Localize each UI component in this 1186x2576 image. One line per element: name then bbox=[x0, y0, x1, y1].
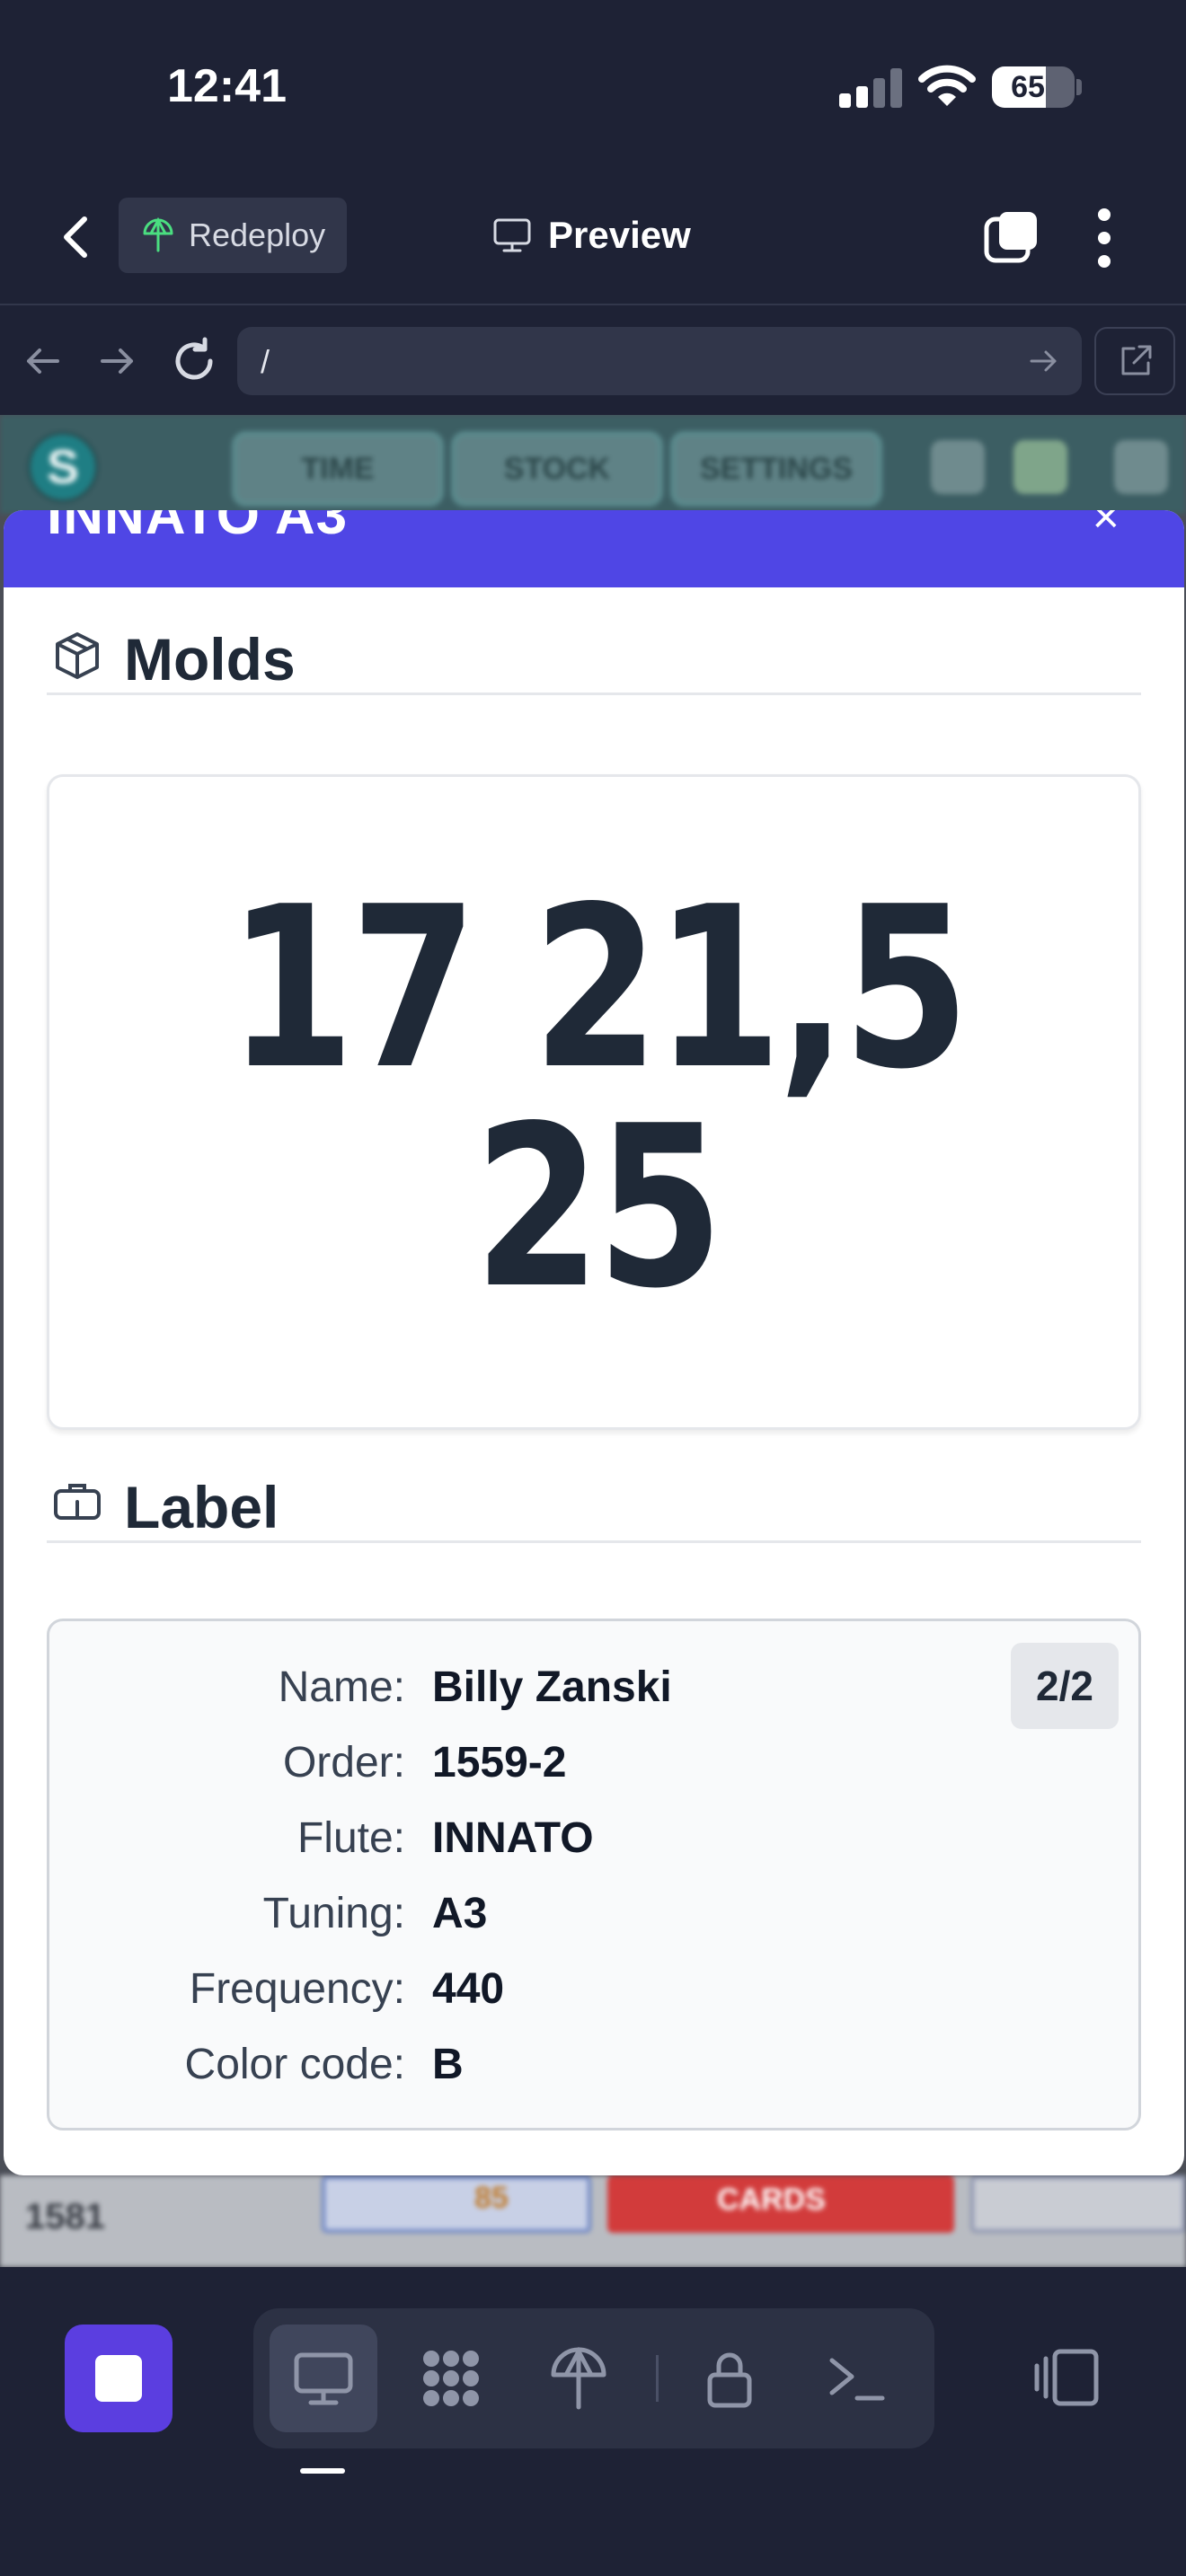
open-external-button[interactable] bbox=[1094, 327, 1175, 395]
go-arrow-icon[interactable] bbox=[1024, 341, 1064, 381]
background-date-pill bbox=[970, 2175, 1186, 2233]
shell-tool-button[interactable] bbox=[803, 2325, 911, 2432]
background-tab-time: TIME bbox=[232, 431, 444, 507]
cube-icon bbox=[56, 632, 99, 679]
tool-separator bbox=[656, 2355, 659, 2402]
label-value: 440 bbox=[432, 1965, 505, 2013]
deploy-icon bbox=[551, 2346, 606, 2410]
preview-tool-button[interactable] bbox=[270, 2325, 377, 2432]
label-card: 2/2 Name: Billy Zanski Order: 1559-2 Flu… bbox=[47, 1619, 1141, 2130]
label-key: Flute: bbox=[296, 1814, 405, 1862]
background-status-text: CARDS bbox=[717, 2183, 826, 2217]
url-input[interactable]: / bbox=[237, 327, 1082, 395]
background-tab-time-label: TIME bbox=[301, 452, 375, 486]
background-icon bbox=[1114, 440, 1168, 494]
more-options-icon[interactable] bbox=[1085, 207, 1125, 269]
monitor-icon bbox=[294, 2352, 353, 2405]
label-key: Name: bbox=[278, 1663, 405, 1711]
label-key: Order: bbox=[282, 1739, 405, 1786]
nav-forward-arrow-icon[interactable] bbox=[90, 334, 144, 388]
label-value: A3 bbox=[432, 1890, 488, 1937]
nav-back-arrow-icon[interactable] bbox=[16, 334, 70, 388]
label-key: Color code: bbox=[184, 2041, 405, 2088]
redeploy-label: Redeploy bbox=[189, 216, 326, 253]
background-tab-settings: SETTINGS bbox=[670, 431, 882, 507]
molds-line-2: 25 bbox=[474, 1079, 723, 1337]
status-bar: 12:41 65 bbox=[0, 0, 1186, 171]
wifi-icon bbox=[918, 65, 976, 106]
apps-icon bbox=[423, 2351, 479, 2406]
status-time: 12:41 bbox=[167, 60, 287, 112]
deploy-tool-button[interactable] bbox=[525, 2325, 633, 2432]
preview-viewport: S TIME STOCK SETTINGS 1581 85 CARDS INNA… bbox=[0, 415, 1186, 2267]
modal-header: INNATO A3 × bbox=[4, 510, 1184, 587]
battery-icon: 65 bbox=[992, 66, 1075, 108]
label-value: 1559-2 bbox=[432, 1739, 567, 1786]
redeploy-button[interactable]: Redeploy bbox=[119, 198, 347, 273]
modal-close-icon[interactable]: × bbox=[1093, 510, 1120, 544]
label-value: INNATO bbox=[432, 1814, 594, 1862]
battery-nub bbox=[1076, 79, 1082, 95]
cellular-signal-icon bbox=[839, 68, 902, 108]
label-key: Tuning: bbox=[262, 1890, 405, 1937]
deploy-icon bbox=[143, 217, 173, 252]
label-row-order: Order: 1559-2 bbox=[49, 1738, 1144, 1792]
label-key: Frequency: bbox=[189, 1965, 405, 2013]
molds-card: 17 21,5 25 bbox=[47, 774, 1141, 1430]
secrets-tool-button[interactable] bbox=[676, 2325, 783, 2432]
background-icon bbox=[931, 440, 985, 494]
background-icon bbox=[1013, 440, 1067, 494]
modal-title: INNATO A3 bbox=[47, 510, 349, 546]
url-value: / bbox=[261, 343, 270, 380]
label-row-flute: Flute: INNATO bbox=[49, 1813, 1144, 1867]
background-tab-settings-label: SETTINGS bbox=[699, 452, 854, 486]
layout-toggle-icon[interactable] bbox=[1031, 2342, 1103, 2414]
active-tool-indicator bbox=[300, 2468, 345, 2474]
label-section-header: Label bbox=[47, 1466, 1141, 1543]
label-section-title: Label bbox=[124, 1474, 279, 1540]
page-title: Preview bbox=[548, 214, 691, 256]
background-chip-value: 85 bbox=[474, 2181, 509, 2215]
monitor-icon bbox=[493, 218, 531, 252]
stop-button[interactable] bbox=[65, 2325, 173, 2432]
background-chip bbox=[322, 2175, 591, 2233]
url-toolbar: / bbox=[0, 307, 1186, 415]
terminal-icon bbox=[829, 2358, 885, 2401]
background-tab-stock-label: STOCK bbox=[503, 452, 611, 486]
molds-section-header: Molds bbox=[47, 618, 1141, 695]
preview-title: Preview bbox=[492, 198, 691, 273]
molds-section-title: Molds bbox=[124, 626, 296, 693]
background-row-number: 1581 bbox=[25, 2197, 105, 2236]
app-header: Redeploy Preview bbox=[0, 171, 1186, 305]
label-value: B bbox=[432, 2041, 464, 2088]
reload-icon[interactable] bbox=[167, 334, 221, 388]
order-detail-modal: INNATO A3 × Molds 17 21,5 25 Label 2/2 N… bbox=[4, 510, 1184, 2175]
label-icon bbox=[54, 1484, 101, 1520]
stop-icon bbox=[95, 2355, 142, 2402]
back-chevron-icon[interactable] bbox=[50, 210, 104, 264]
label-row-tuning: Tuning: A3 bbox=[49, 1889, 1144, 1943]
external-link-icon bbox=[1121, 345, 1152, 375]
bottom-toolbar bbox=[0, 2267, 1186, 2576]
background-tab-stock: STOCK bbox=[451, 431, 663, 507]
lock-icon bbox=[707, 2352, 752, 2408]
label-row-color-code: Color code: B bbox=[49, 2040, 1144, 2094]
tool-switcher bbox=[253, 2308, 934, 2448]
background-table-row: 1581 85 CARDS bbox=[0, 2175, 1186, 2267]
background-app-navbar: S TIME STOCK SETTINGS bbox=[0, 415, 1186, 514]
label-row-name: Name: Billy Zanski bbox=[49, 1663, 1144, 1716]
label-row-frequency: Frequency: 440 bbox=[49, 1964, 1144, 2018]
battery-level: 65 bbox=[1011, 70, 1045, 104]
apps-tool-button[interactable] bbox=[397, 2325, 505, 2432]
label-value: Billy Zanski bbox=[432, 1663, 672, 1711]
background-app-logo: S bbox=[27, 431, 99, 503]
tabs-icon[interactable] bbox=[981, 208, 1040, 268]
